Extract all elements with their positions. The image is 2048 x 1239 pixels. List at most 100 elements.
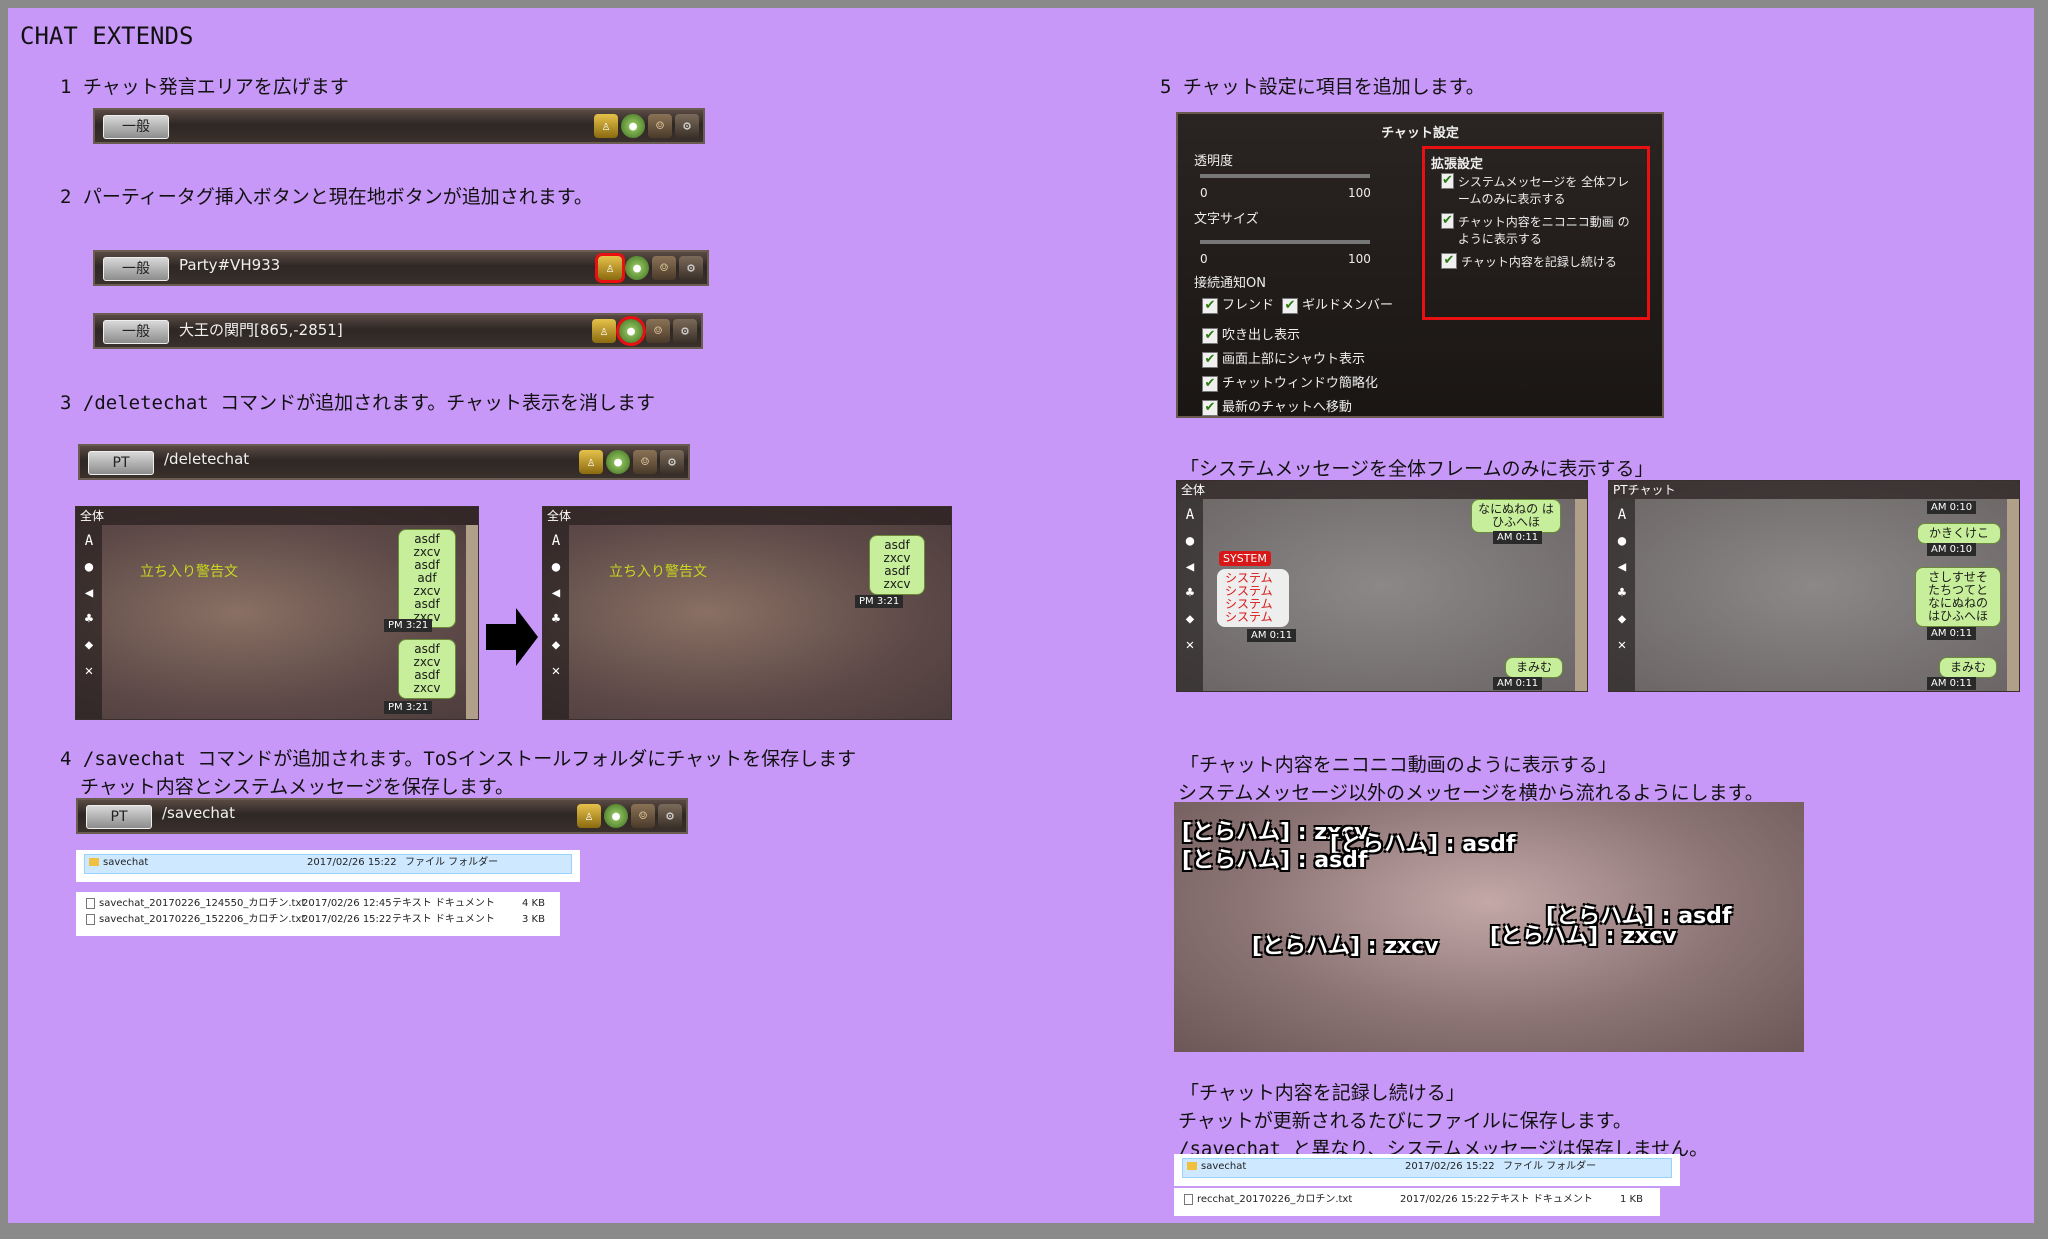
chat-window-after: 全体 A ● ◀ ♣ ◆ ✕ 立ち入り警告文 asdf zxcv asdf zx… bbox=[542, 506, 952, 720]
guild-icon[interactable]: ◆ bbox=[1618, 611, 1626, 627]
party-tag-icon[interactable]: ♙ bbox=[579, 450, 603, 474]
text-file-icon bbox=[86, 897, 95, 909]
shout-option[interactable]: ✔ 画面上部にシャウト表示 bbox=[1202, 348, 1365, 368]
folder-row[interactable]: savechat 2017/02/26 15:22 ファイル フォルダー bbox=[84, 854, 572, 874]
guild-icon[interactable]: ◆ bbox=[85, 637, 93, 653]
checkbox-icon[interactable]: ✔ bbox=[1202, 375, 1218, 392]
party-tag-icon[interactable]: ♙ bbox=[594, 114, 618, 138]
tab-all[interactable]: 全体 bbox=[543, 507, 951, 525]
guild-icon[interactable]: ◆ bbox=[1186, 611, 1194, 627]
fontsize-slider[interactable] bbox=[1200, 240, 1370, 244]
gear-icon[interactable]: ⚙ bbox=[660, 450, 684, 474]
file-name: savechat_20170226_152206_カロチン.txt bbox=[99, 914, 306, 925]
megaphone-icon[interactable]: ◀ bbox=[1186, 559, 1194, 575]
tab-all[interactable]: 全体 bbox=[1177, 481, 1587, 499]
scrollbar[interactable] bbox=[1575, 499, 1587, 691]
channel-tag[interactable]: 一般 bbox=[103, 320, 169, 344]
ext-option-3[interactable]: ✔ チャット内容を記録し続ける bbox=[1441, 253, 1641, 270]
file-row[interactable]: recchat_20170226_カロチン.txt 2017/02/26 15:… bbox=[1174, 1192, 1660, 1208]
file-row[interactable]: savechat_20170226_124550_カロチン.txt 2017/0… bbox=[76, 896, 560, 912]
party-icon[interactable]: ♣ bbox=[85, 611, 93, 627]
ribbon-icon[interactable]: ✕ bbox=[85, 663, 93, 679]
timestamp: PM 3:21 bbox=[384, 701, 433, 714]
emoticon-icon[interactable]: ☺ bbox=[648, 114, 672, 138]
tab-pt[interactable]: PTチャット bbox=[1609, 481, 2019, 499]
emoticon-icon[interactable]: ☺ bbox=[631, 804, 655, 828]
quote-2: 「チャット内容をニコニコ動画のように表示する」 bbox=[1180, 754, 1617, 776]
party-icon[interactable]: ♣ bbox=[1186, 585, 1194, 601]
file-row[interactable]: savechat_20170226_152206_カロチン.txt 2017/0… bbox=[76, 912, 560, 928]
chat-input-bar-1[interactable]: 一般 ♙ ● ☺ ⚙ bbox=[93, 108, 705, 144]
guild-icon[interactable]: ◆ bbox=[552, 637, 560, 653]
gear-icon[interactable]: ⚙ bbox=[675, 114, 699, 138]
simple-option[interactable]: ✔ チャットウィンドウ簡略化 bbox=[1202, 372, 1378, 392]
folder-row[interactable]: savechat 2017/02/26 15:22 ファイル フォルダー bbox=[1182, 1158, 1672, 1178]
scrollbar[interactable] bbox=[2007, 499, 2019, 691]
font-icon[interactable]: A bbox=[85, 533, 93, 549]
checkbox-icon[interactable]: ✔ bbox=[1202, 351, 1218, 368]
checkbox-icon[interactable]: ✔ bbox=[1202, 327, 1218, 344]
checkbox-icon[interactable]: ✔ bbox=[1441, 213, 1454, 229]
checkbox-icon[interactable]: ✔ bbox=[1282, 297, 1298, 314]
chat-input[interactable]: 大王の関門[865,-2851] bbox=[179, 319, 343, 340]
friend-option[interactable]: ✔ フレンド bbox=[1202, 294, 1274, 314]
ext-option-1[interactable]: ✔ システムメッセージを 全体フレームのみに表示する bbox=[1441, 173, 1641, 207]
file-name: savechat bbox=[1201, 1161, 1247, 1172]
checkbox-icon[interactable]: ✔ bbox=[1441, 253, 1457, 269]
chat-input[interactable]: /deletechat bbox=[164, 450, 249, 468]
ext-label-1: システムメッセージを 全体フレームのみに表示する bbox=[1457, 175, 1630, 206]
chat-input-bar-4[interactable]: PT /deletechat ♙ ● ☺ ⚙ bbox=[78, 444, 690, 480]
megaphone-icon[interactable]: ◀ bbox=[85, 585, 93, 601]
speech-icon[interactable]: ● bbox=[1186, 533, 1194, 549]
emoticon-icon[interactable]: ☺ bbox=[652, 256, 676, 280]
font-icon[interactable]: A bbox=[1618, 507, 1626, 523]
emoticon-icon[interactable]: ☺ bbox=[633, 450, 657, 474]
font-icon[interactable]: A bbox=[552, 533, 560, 549]
ribbon-icon[interactable]: ✕ bbox=[552, 663, 560, 679]
chat-input-bar-5[interactable]: PT /savechat ♙ ● ☺ ⚙ bbox=[76, 798, 688, 834]
guild-option[interactable]: ✔ ギルドメンバー bbox=[1282, 294, 1393, 314]
chat-side-icons: A ● ◀ ♣ ◆ ✕ bbox=[1177, 499, 1203, 691]
channel-tag[interactable]: 一般 bbox=[103, 115, 169, 139]
location-icon[interactable]: ● bbox=[606, 450, 630, 474]
gear-icon[interactable]: ⚙ bbox=[658, 804, 682, 828]
checkbox-icon[interactable]: ✔ bbox=[1202, 297, 1218, 314]
tab-all[interactable]: 全体 bbox=[76, 507, 478, 525]
gear-icon[interactable]: ⚙ bbox=[673, 319, 697, 343]
party-tag-icon[interactable]: ♙ bbox=[577, 804, 601, 828]
channel-tag[interactable]: PT bbox=[88, 451, 154, 475]
emoticon-icon[interactable]: ☺ bbox=[646, 319, 670, 343]
chat-input[interactable]: Party#VH933 bbox=[179, 256, 280, 274]
chat-input-bar-2[interactable]: 一般 Party#VH933 ♙ ● ☺ ⚙ bbox=[93, 250, 709, 286]
chat-input-bar-3[interactable]: 一般 大王の関門[865,-2851] ♙ ● ☺ ⚙ bbox=[93, 313, 703, 349]
speech-icon[interactable]: ● bbox=[1618, 533, 1626, 549]
megaphone-icon[interactable]: ◀ bbox=[552, 585, 560, 601]
chat-input[interactable]: /savechat bbox=[162, 804, 235, 822]
location-icon[interactable]: ● bbox=[616, 316, 646, 346]
speech-icon[interactable]: ● bbox=[85, 559, 93, 575]
scrollbar[interactable] bbox=[466, 525, 478, 719]
ext-option-2[interactable]: ✔ チャット内容をニコニコ動画 のように表示する bbox=[1441, 213, 1641, 247]
location-icon[interactable]: ● bbox=[604, 804, 628, 828]
opacity-slider[interactable] bbox=[1200, 174, 1370, 178]
party-tag-icon[interactable]: ♙ bbox=[592, 319, 616, 343]
gear-icon[interactable]: ⚙ bbox=[679, 256, 703, 280]
balloon-option[interactable]: ✔ 吹き出し表示 bbox=[1202, 324, 1300, 344]
channel-tag[interactable]: 一般 bbox=[103, 257, 169, 281]
checkbox-icon[interactable]: ✔ bbox=[1202, 399, 1218, 416]
location-icon[interactable]: ● bbox=[621, 114, 645, 138]
checkbox-icon[interactable]: ✔ bbox=[1441, 173, 1454, 189]
latest-option[interactable]: ✔ 最新のチャットへ移動 bbox=[1202, 396, 1352, 416]
speech-icon[interactable]: ● bbox=[552, 559, 560, 575]
ribbon-icon[interactable]: ✕ bbox=[1186, 637, 1194, 653]
font-icon[interactable]: A bbox=[1186, 507, 1194, 523]
ribbon-icon[interactable]: ✕ bbox=[1618, 637, 1626, 653]
megaphone-icon[interactable]: ◀ bbox=[1618, 559, 1626, 575]
channel-tag[interactable]: PT bbox=[86, 805, 152, 829]
party-icon[interactable]: ♣ bbox=[1618, 585, 1626, 601]
timestamp: AM 0:11 bbox=[1927, 677, 1977, 690]
timestamp: AM 0:10 bbox=[1927, 501, 1977, 514]
party-icon[interactable]: ♣ bbox=[552, 611, 560, 627]
location-icon[interactable]: ● bbox=[625, 256, 649, 280]
party-tag-icon[interactable]: ♙ bbox=[595, 253, 625, 283]
